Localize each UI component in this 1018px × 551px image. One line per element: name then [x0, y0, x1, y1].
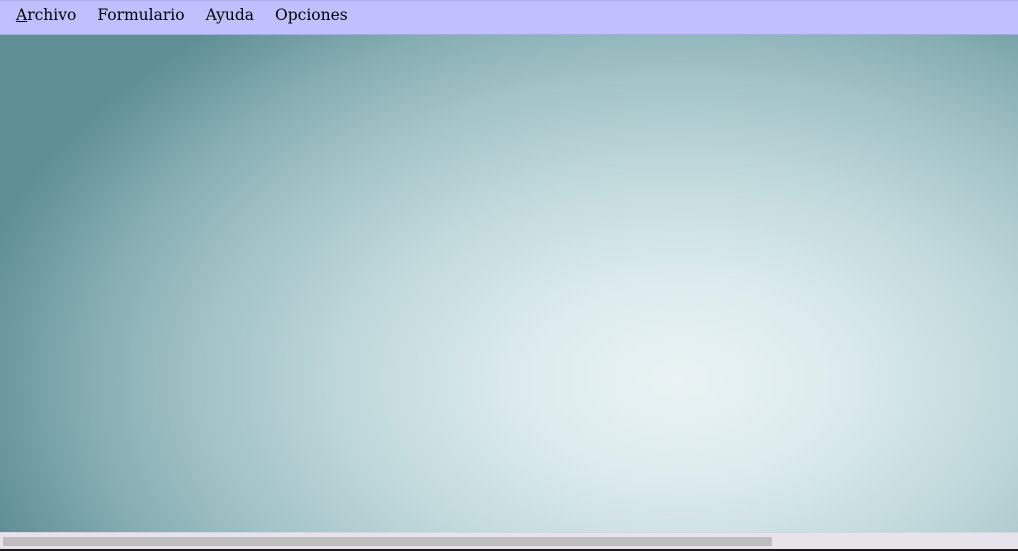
menu-archivo-label: rchivo [27, 5, 77, 24]
menu-opciones[interactable]: Opciones [275, 7, 348, 28]
application-window: Archivo Formulario Ayuda Opciones [0, 0, 1018, 551]
menu-archivo-mnemonic: A [16, 5, 28, 24]
menu-ayuda[interactable]: Ayuda [206, 7, 254, 28]
menu-formulario[interactable]: Formulario [97, 7, 184, 28]
menu-archivo[interactable]: Archivo [16, 5, 77, 28]
horizontal-scroll-thumb[interactable] [3, 537, 772, 546]
horizontal-scrollbar[interactable] [0, 532, 1018, 549]
mdi-desktop-area [0, 35, 1018, 532]
menu-bar: Archivo Formulario Ayuda Opciones [0, 0, 1018, 35]
